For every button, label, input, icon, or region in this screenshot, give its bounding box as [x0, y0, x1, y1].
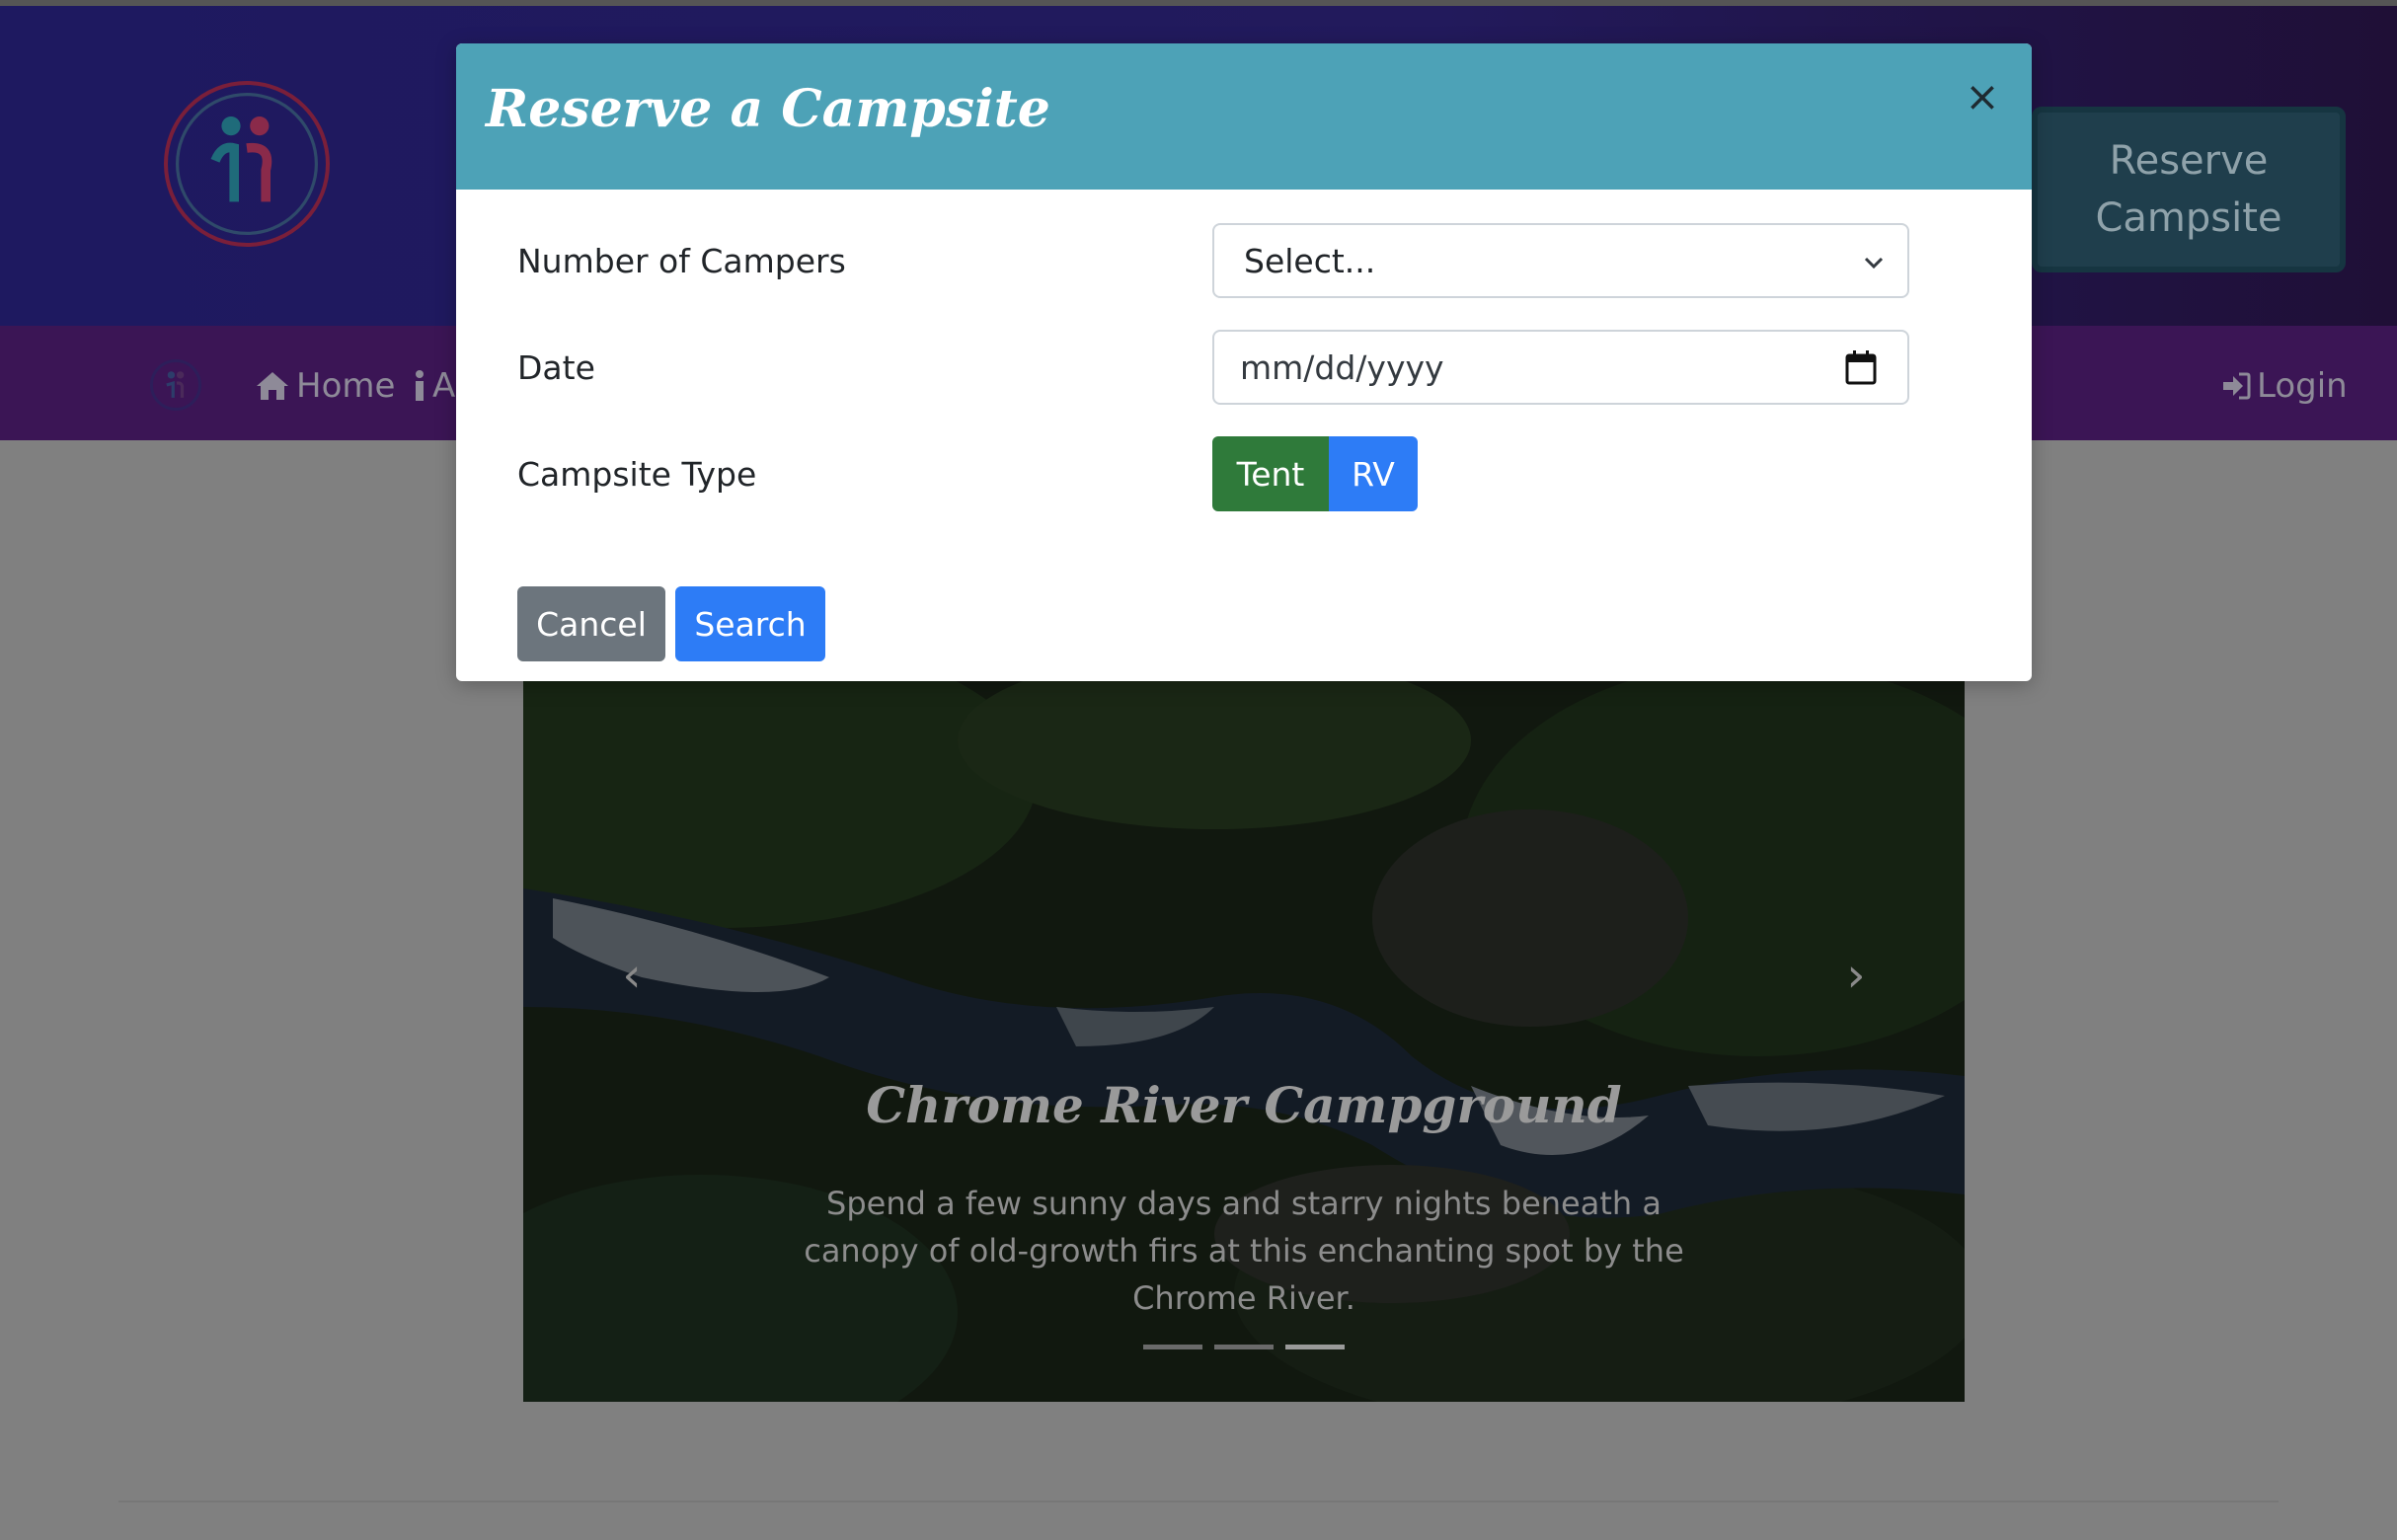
sign-in-icon: [2223, 372, 2251, 400]
type-label: Campsite Type: [517, 454, 757, 494]
site-logo-icon: [164, 81, 330, 247]
campsite-type-toggle: Tent RV: [1212, 436, 1418, 511]
carousel: ‹ › Chrome River Campground Spend a few …: [523, 681, 1965, 1402]
modal-title: Reserve a Campsite: [486, 79, 1050, 139]
nav-logo-icon[interactable]: [150, 359, 201, 411]
cancel-button[interactable]: Cancel: [517, 586, 665, 661]
date-label: Date: [517, 347, 595, 387]
close-icon[interactable]: ×: [1963, 76, 2002, 117]
carousel-prev-icon[interactable]: ‹: [602, 946, 661, 1005]
tent-option-button[interactable]: Tent: [1212, 436, 1329, 511]
carousel-indicator-2[interactable]: [1214, 1345, 1274, 1349]
footer-divider: [118, 1501, 2279, 1502]
rv-option-button[interactable]: RV: [1329, 436, 1418, 511]
calendar-icon[interactable]: [1844, 349, 1878, 387]
home-icon: [257, 372, 288, 400]
reserve-modal: Reserve a Campsite × Number of Campers S…: [456, 43, 2032, 681]
carousel-indicator-1[interactable]: [1143, 1345, 1202, 1349]
date-input-value: mm/dd/yyyy: [1240, 347, 1444, 387]
carousel-text: Spend a few sunny days and starry nights…: [804, 1185, 1684, 1317]
carousel-title: Chrome River Campground: [866, 1076, 1622, 1134]
reserve-campsite-button[interactable]: Reserve Campsite: [2032, 107, 2346, 272]
modal-header: Reserve a Campsite ×: [456, 43, 2032, 190]
nav-login-label: Login: [2257, 366, 2348, 406]
nav-home-link[interactable]: Home: [255, 361, 395, 411]
campers-select[interactable]: Select...: [1212, 223, 1909, 298]
carousel-indicators: [523, 1345, 1965, 1349]
info-icon: [416, 370, 424, 401]
nav-login-link[interactable]: Login: [2221, 361, 2348, 411]
nav-home-label: Home: [296, 366, 396, 406]
campers-select-value: Select...: [1244, 241, 1376, 280]
date-input[interactable]: mm/dd/yyyy: [1212, 330, 1909, 405]
search-button[interactable]: Search: [675, 586, 825, 661]
carousel-next-icon[interactable]: ›: [1826, 946, 1886, 1005]
campers-label: Number of Campers: [517, 241, 846, 280]
chevron-down-icon: [1864, 257, 1884, 270]
carousel-indicator-3[interactable]: [1285, 1345, 1345, 1349]
